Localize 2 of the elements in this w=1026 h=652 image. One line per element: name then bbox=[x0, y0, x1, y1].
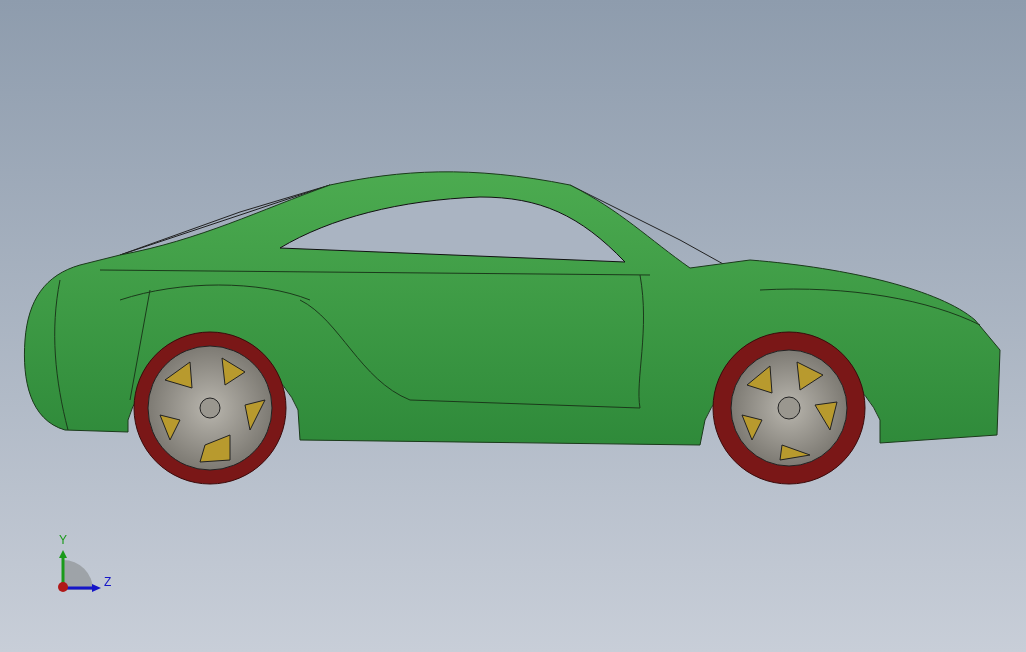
axis-label: Z bbox=[104, 576, 112, 588]
axis-label: Y bbox=[59, 534, 67, 546]
